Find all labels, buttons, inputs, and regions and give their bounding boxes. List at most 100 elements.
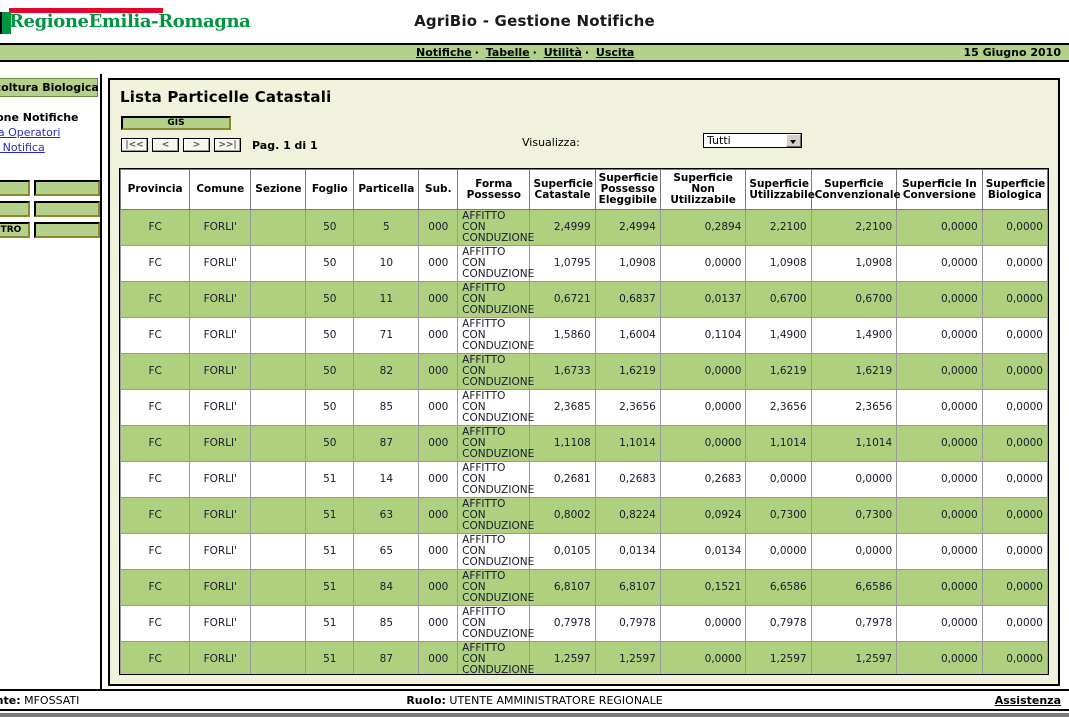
sidebar-button-3[interactable] xyxy=(0,201,30,217)
table-row[interactable]: FC FORLI' 51 14 000 AFFITTO CON CONDUZIONE 0,2… xyxy=(120,461,1048,498)
cell-superficie-utilizzabile: 1,4900 xyxy=(745,317,812,354)
table-row[interactable]: FC FORLI' 50 10 000 AFFITTO CON CONDUZIONE 1,0… xyxy=(120,245,1048,282)
cell-comune: FORLI' xyxy=(189,605,252,642)
cell-superficie-possesso-eleggibile: 0,6837 xyxy=(594,281,661,318)
column-header-sub[interactable]: Sub. xyxy=(418,169,459,210)
sidebar-button-1[interactable] xyxy=(0,180,30,196)
cell-sub: 000 xyxy=(418,353,459,390)
cell-superficie-biologica: 0,0000 xyxy=(981,569,1048,606)
cell-sezione xyxy=(250,425,307,462)
first-page-button[interactable]: |<< xyxy=(121,138,148,152)
cell-particella: 65 xyxy=(353,533,420,570)
table-row[interactable]: FC FORLI' 50 82 000 AFFITTO CON CONDUZIONE 1,6… xyxy=(120,353,1048,390)
cell-superficie-convenzionale: 1,0908 xyxy=(810,245,898,282)
nav-item-uscita[interactable]: Uscita xyxy=(596,46,634,59)
cell-superficie-possesso-eleggibile: 1,0908 xyxy=(594,245,661,282)
chevron-down-icon[interactable] xyxy=(786,134,801,147)
column-header-forma-possesso[interactable]: Forma Possesso xyxy=(457,169,531,210)
cell-sub: 000 xyxy=(418,461,459,498)
visualizza-select[interactable]: Tutti xyxy=(703,133,802,148)
column-header-foglio[interactable]: Foglio xyxy=(305,169,355,210)
column-header-superficie-convenzionale[interactable]: Superficie Convenzionale xyxy=(810,169,901,210)
cell-superficie-convenzionale: 0,7300 xyxy=(810,497,898,534)
column-header-superficie-utilizzabile[interactable]: Superficie Utilizzabile xyxy=(745,169,815,210)
cell-particella: 11 xyxy=(353,281,420,318)
cell-forma-possesso: AFFITTO CON CONDUZIONE xyxy=(457,461,534,498)
sidebar-button-4[interactable] xyxy=(34,201,100,217)
next-page-button[interactable]: > xyxy=(183,138,210,152)
last-page-button[interactable]: >>| xyxy=(214,138,241,152)
sidebar-button-6[interactable] xyxy=(34,222,100,238)
table-row[interactable]: FC FORLI' 51 84 000 AFFITTO CON CONDUZIONE 6,8… xyxy=(120,569,1048,606)
column-header-superficie-non-utilizzabile[interactable]: Superficie Non Utilizzabile xyxy=(659,169,747,210)
column-header-superficie-possesso-eleggibile[interactable]: Superficie Possesso Eleggibile xyxy=(594,169,661,210)
cell-comune: FORLI' xyxy=(189,317,252,354)
column-header-superficie-biologica[interactable]: Superficie Biologica xyxy=(981,169,1048,210)
cell-superficie-in-conversione: 0,0000 xyxy=(896,353,983,390)
table-header-row: Provincia Comune Sezione Foglio Particel… xyxy=(120,169,1048,210)
column-header-provincia[interactable]: Provincia xyxy=(120,169,191,210)
table-row[interactable]: FC FORLI' 51 87 000 AFFITTO CON CONDUZIONE 1,2… xyxy=(120,641,1048,674)
nav-item-notifiche[interactable]: Notifiche xyxy=(416,46,472,59)
main-navigation-bar: Notifiche · Tabelle · Utilità · Uscita 15 G… xyxy=(0,45,1069,62)
current-date: 15 Giugno 2010 xyxy=(963,46,1061,59)
cell-particella: 85 xyxy=(353,605,420,642)
cell-forma-possesso: AFFITTO CON CONDUZIONE xyxy=(457,209,534,246)
cell-comune: FORLI' xyxy=(189,641,252,674)
sidebar-item-ricerca-operatori[interactable]: Ricerca Operatori xyxy=(0,126,100,139)
cell-superficie-in-conversione: 0,0000 xyxy=(896,317,983,354)
cell-comune: FORLI' xyxy=(189,353,252,390)
cell-comune: FORLI' xyxy=(189,425,252,462)
nav-links: Notifiche · Tabelle · Utilità · Uscita xyxy=(415,46,635,59)
toolbar: GIS |<< < > >>| Pag. 1 di 1 Visualizza: … xyxy=(118,116,1050,168)
sidebar-button-2[interactable] xyxy=(34,180,100,196)
cell-superficie-catastale: 6,8107 xyxy=(529,569,596,606)
table-row[interactable]: FC FORLI' 51 65 000 AFFITTO CON CONDUZIONE 0,0… xyxy=(120,533,1048,570)
cell-forma-possesso: AFFITTO CON CONDUZIONE xyxy=(457,425,534,462)
gis-button[interactable]: GIS xyxy=(121,116,231,130)
table-row[interactable]: FC FORLI' 51 85 000 AFFITTO CON CONDUZIONE 0,7… xyxy=(120,605,1048,642)
cell-forma-possesso: AFFITTO CON CONDUZIONE xyxy=(457,569,534,606)
column-header-comune[interactable]: Comune xyxy=(189,169,252,210)
sidebar-button-indietro[interactable]: INDIETRO xyxy=(0,222,30,238)
particelle-table-container[interactable]: Provincia Comune Sezione Foglio Particel… xyxy=(119,168,1049,675)
nav-item-tabelle[interactable]: Tabelle xyxy=(486,46,530,59)
table-row[interactable]: FC FORLI' 50 87 000 AFFITTO CON CONDUZIONE 1,1… xyxy=(120,425,1048,462)
cell-superficie-biologica: 0,0000 xyxy=(981,317,1048,354)
sidebar-item-nuova-notifica[interactable]: Nuova Notifica xyxy=(0,141,100,154)
cell-superficie-non-utilizzabile: 0,2683 xyxy=(659,461,747,498)
cell-superficie-catastale: 1,2597 xyxy=(529,641,596,674)
column-header-sezione[interactable]: Sezione xyxy=(250,169,307,210)
assistenza-link[interactable]: Assistenza xyxy=(995,694,1061,707)
cell-foglio: 51 xyxy=(305,605,355,642)
table-row[interactable]: FC FORLI' 50 85 000 AFFITTO CON CONDUZIONE 2,3… xyxy=(120,389,1048,426)
cell-superficie-catastale: 1,6733 xyxy=(529,353,596,390)
cell-superficie-utilizzabile: 0,0000 xyxy=(745,461,812,498)
sidebar-button-grid: INDIETRO xyxy=(0,180,100,238)
cell-sub: 000 xyxy=(418,533,459,570)
cell-forma-possesso: AFFITTO CON CONDUZIONE xyxy=(457,497,534,534)
nav-item-utilita[interactable]: Utilità xyxy=(544,46,582,59)
cell-superficie-catastale: 0,0105 xyxy=(529,533,596,570)
cell-particella: 14 xyxy=(353,461,420,498)
cell-comune: FORLI' xyxy=(189,389,252,426)
cell-forma-possesso: AFFITTO CON CONDUZIONE xyxy=(457,245,534,282)
column-header-superficie-catastale[interactable]: Superficie Catastale xyxy=(529,169,596,210)
cell-superficie-non-utilizzabile: 0,0000 xyxy=(659,245,747,282)
cell-forma-possesso: AFFITTO CON CONDUZIONE xyxy=(457,605,534,642)
column-header-particella[interactable]: Particella xyxy=(353,169,420,210)
table-row[interactable]: FC FORLI' 50 11 000 AFFITTO CON CONDUZIONE 0,6… xyxy=(120,281,1048,318)
cell-sub: 000 xyxy=(418,209,459,246)
cell-particella: 82 xyxy=(353,353,420,390)
table-row[interactable]: FC FORLI' 50 5 000 AFFITTO CON CONDUZIONE 2,49… xyxy=(120,209,1048,246)
table-row[interactable]: FC FORLI' 50 71 000 AFFITTO CON CONDUZIONE 1,5… xyxy=(120,317,1048,354)
cell-sezione xyxy=(250,353,307,390)
cell-superficie-possesso-eleggibile: 0,8224 xyxy=(594,497,661,534)
cell-sub: 000 xyxy=(418,569,459,606)
previous-page-button[interactable]: < xyxy=(152,138,179,152)
cell-superficie-convenzionale: 1,4900 xyxy=(810,317,898,354)
table-row[interactable]: FC FORLI' 51 63 000 AFFITTO CON CONDUZIONE 0,8… xyxy=(120,497,1048,534)
cell-superficie-convenzionale: 0,0000 xyxy=(810,461,898,498)
cell-superficie-utilizzabile: 2,2100 xyxy=(745,209,812,246)
column-header-superficie-in-conversione[interactable]: Superficie In Conversione xyxy=(896,169,983,210)
